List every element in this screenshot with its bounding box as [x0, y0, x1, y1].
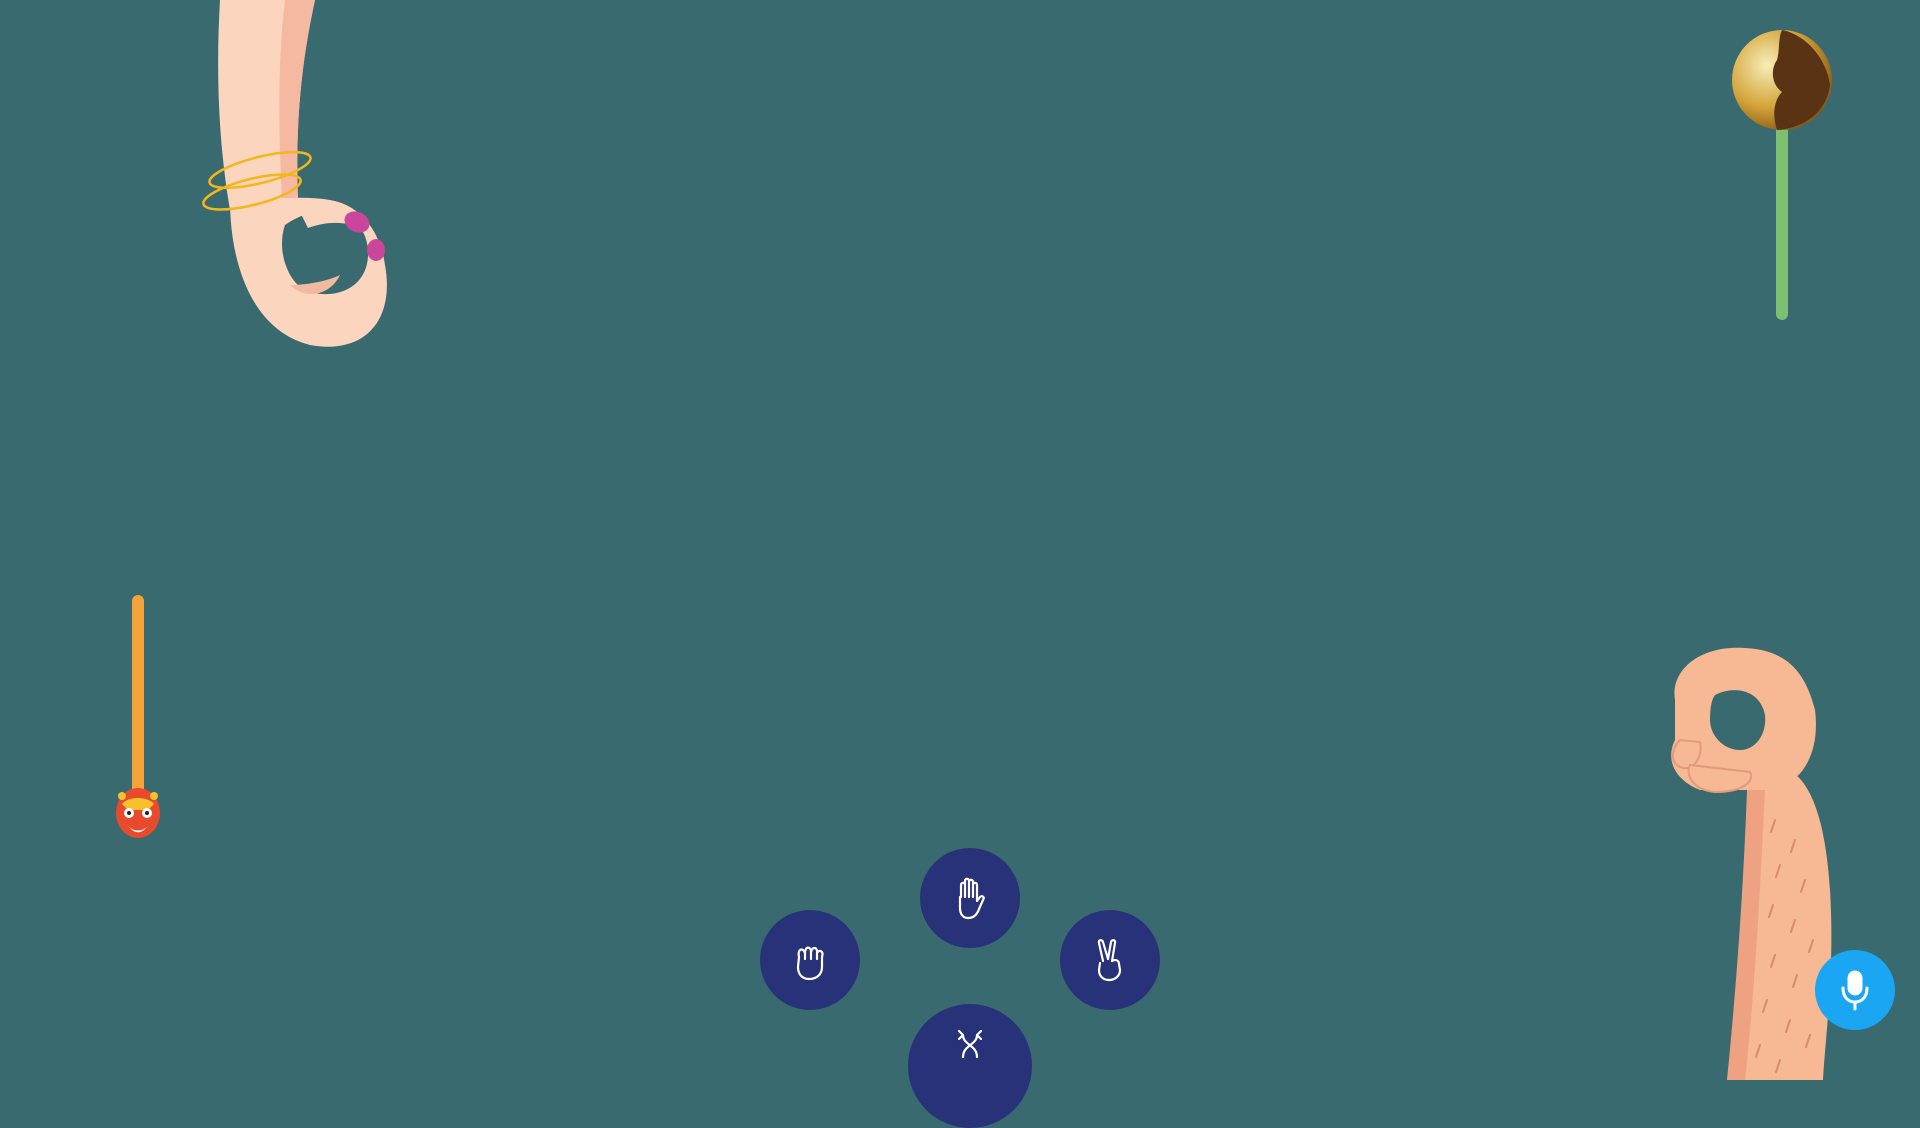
open-hand-icon	[958, 877, 985, 920]
opponent-health-meter	[1776, 110, 1788, 320]
random-button[interactable]	[908, 1004, 1032, 1128]
microphone-button[interactable]	[1815, 950, 1895, 1030]
victory-hand-icon	[1097, 939, 1122, 982]
paper-button[interactable]	[920, 848, 1020, 948]
planet-avatar-icon	[1732, 30, 1832, 130]
scissors-button[interactable]	[1060, 910, 1160, 1010]
opponent-hand	[202, 0, 387, 347]
luchador-mask-icon	[116, 788, 160, 838]
microphone-icon	[1841, 970, 1869, 1011]
fist-icon	[796, 946, 824, 981]
rock-button[interactable]	[760, 910, 860, 1010]
shuffle-icon	[957, 1029, 983, 1059]
player-health-meter	[132, 595, 144, 805]
